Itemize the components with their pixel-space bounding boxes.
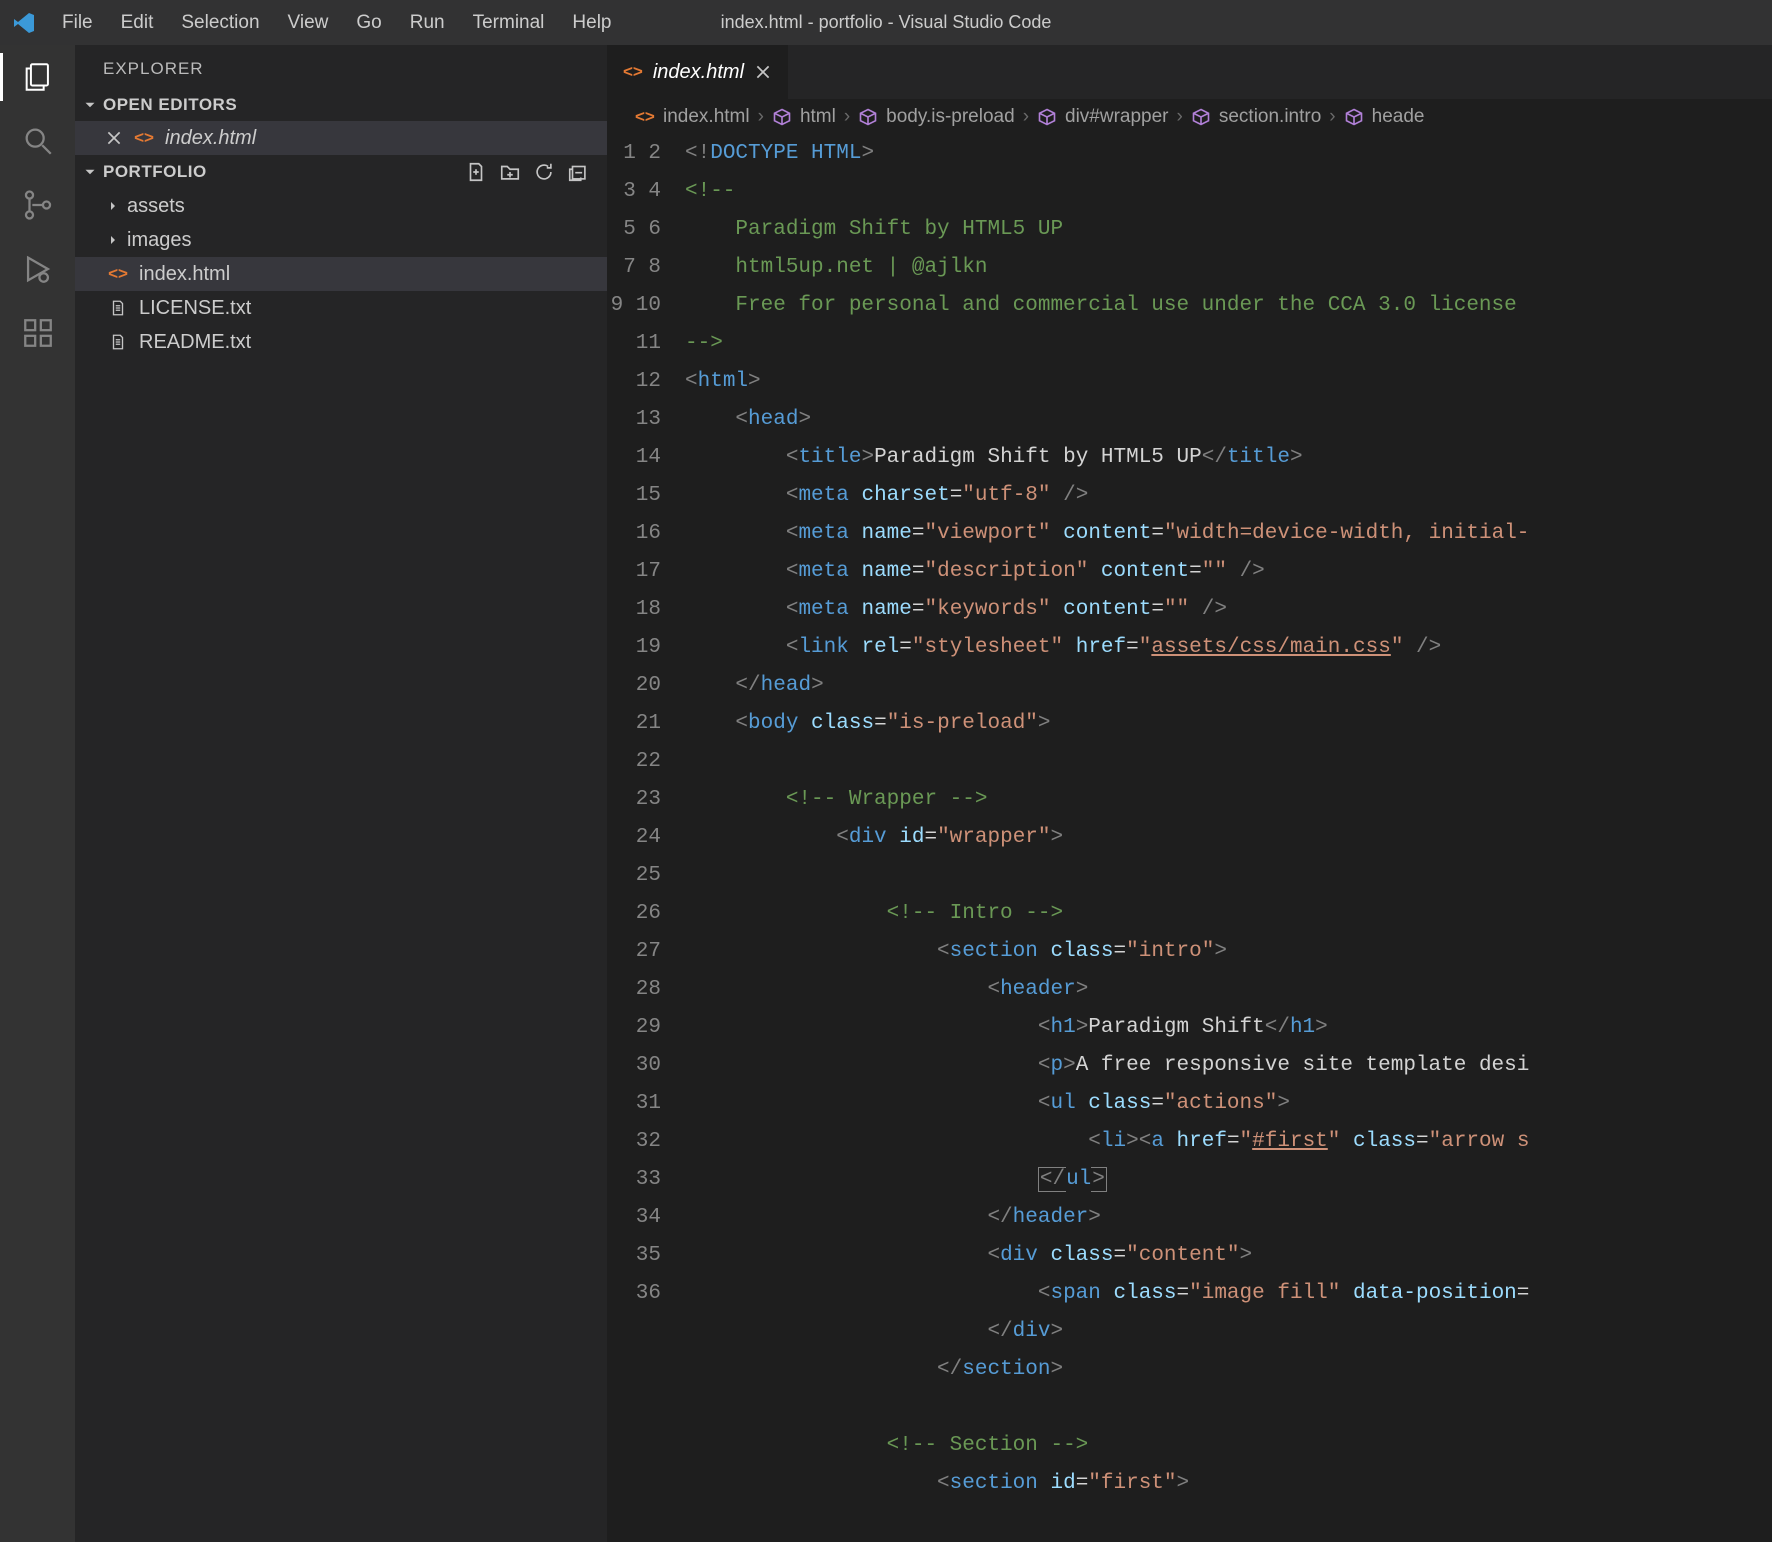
- tab-index-html[interactable]: <> index.html: [607, 45, 789, 99]
- run-debug-icon[interactable]: [20, 251, 56, 287]
- breadcrumb-item[interactable]: body.is-preload: [858, 106, 1015, 128]
- chevron-right-icon: ›: [1023, 106, 1029, 128]
- menu-terminal[interactable]: Terminal: [459, 8, 559, 38]
- editor-area: <> index.html <> index.html › html › body…: [607, 45, 1772, 1542]
- code-content[interactable]: <!DOCTYPE HTML> <!-- Paradigm Shift by H…: [685, 135, 1772, 1542]
- breadcrumb-label: html: [800, 106, 836, 128]
- tree-item-label: LICENSE.txt: [139, 297, 251, 320]
- chevron-right-icon: ›: [1177, 106, 1183, 128]
- workspace-label: PORTFOLIO: [103, 162, 207, 182]
- text-file-icon: [105, 299, 131, 317]
- tree-item-label: assets: [127, 195, 185, 218]
- chevron-right-icon: [105, 232, 127, 248]
- menu-file[interactable]: File: [48, 8, 107, 38]
- cube-icon: [772, 107, 792, 127]
- menu-help[interactable]: Help: [558, 8, 625, 38]
- cube-icon: [1344, 107, 1364, 127]
- tree-folder-assets[interactable]: assets: [75, 189, 607, 223]
- breadcrumb-label: section.intro: [1219, 106, 1321, 128]
- breadcrumb-item[interactable]: html: [772, 106, 836, 128]
- extensions-icon[interactable]: [20, 315, 56, 351]
- sidebar-title: EXPLORER: [75, 45, 607, 91]
- breadcrumb-item[interactable]: div#wrapper: [1037, 106, 1169, 128]
- source-control-icon[interactable]: [20, 187, 56, 223]
- tree-file-readme[interactable]: README.txt: [75, 325, 607, 359]
- editor-body[interactable]: 1 2 3 4 5 6 7 8 9 10 11 12 13 14 15 16 1…: [607, 135, 1772, 1542]
- tree-file-index-html[interactable]: <> index.html: [75, 257, 607, 291]
- explorer-icon[interactable]: [20, 59, 56, 95]
- open-editor-item[interactable]: <> index.html: [75, 121, 607, 155]
- sidebar: EXPLORER OPEN EDITORS <> index.html PORT…: [75, 45, 607, 1542]
- menu-edit[interactable]: Edit: [107, 8, 168, 38]
- close-icon[interactable]: [105, 129, 131, 147]
- text-file-icon: [105, 333, 131, 351]
- tree-file-license[interactable]: LICENSE.txt: [75, 291, 607, 325]
- breadcrumb-item[interactable]: section.intro: [1191, 106, 1321, 128]
- breadcrumb-label: body.is-preload: [886, 106, 1015, 128]
- refresh-icon[interactable]: [533, 161, 555, 183]
- breadcrumb-item[interactable]: <> index.html: [635, 106, 750, 128]
- html-file-icon: <>: [105, 264, 131, 284]
- titlebar: File Edit Selection View Go Run Terminal…: [0, 0, 1772, 45]
- new-folder-icon[interactable]: [499, 161, 521, 183]
- open-editors-label: OPEN EDITORS: [103, 95, 237, 115]
- chevron-right-icon: ›: [844, 106, 850, 128]
- cube-icon: [858, 107, 878, 127]
- open-editor-label: index.html: [165, 127, 256, 150]
- search-icon[interactable]: [20, 123, 56, 159]
- window-title: index.html - portfolio - Visual Studio C…: [721, 12, 1052, 33]
- html-file-icon: <>: [635, 107, 655, 127]
- menu-run[interactable]: Run: [396, 8, 459, 38]
- tab-bar: <> index.html: [607, 45, 1772, 99]
- breadcrumbs[interactable]: <>index.html › html › body.is-preload › …: [607, 99, 1772, 135]
- tree-item-label: index.html: [139, 263, 230, 286]
- menu-selection[interactable]: Selection: [167, 8, 273, 38]
- activity-bar: [0, 45, 75, 1542]
- tree-item-label: images: [127, 229, 191, 252]
- tree-item-label: README.txt: [139, 331, 251, 354]
- chevron-down-icon: [81, 96, 103, 114]
- collapse-all-icon[interactable]: [567, 161, 589, 183]
- new-file-icon[interactable]: [465, 161, 487, 183]
- breadcrumb-label: index.html: [663, 106, 750, 128]
- html-file-icon: <>: [131, 128, 157, 148]
- menu-bar: File Edit Selection View Go Run Terminal…: [48, 8, 626, 38]
- menu-view[interactable]: View: [274, 8, 343, 38]
- breadcrumb-label: div#wrapper: [1065, 106, 1169, 128]
- tab-label: index.html: [653, 61, 744, 84]
- cube-icon: [1037, 107, 1057, 127]
- chevron-right-icon: ›: [1329, 106, 1335, 128]
- menu-go[interactable]: Go: [342, 8, 395, 38]
- breadcrumb-item[interactable]: heade: [1344, 106, 1425, 128]
- workspace-header[interactable]: PORTFOLIO: [75, 157, 607, 187]
- vscode-logo-icon: [12, 11, 36, 35]
- html-file-icon: <>: [623, 62, 643, 82]
- cube-icon: [1191, 107, 1211, 127]
- chevron-down-icon: [81, 163, 103, 181]
- open-editors-header[interactable]: OPEN EDITORS: [75, 91, 607, 119]
- line-gutter: 1 2 3 4 5 6 7 8 9 10 11 12 13 14 15 16 1…: [607, 135, 685, 1542]
- close-icon[interactable]: [754, 63, 772, 81]
- breadcrumb-label: heade: [1372, 106, 1425, 128]
- chevron-right-icon: [105, 198, 127, 214]
- tree-folder-images[interactable]: images: [75, 223, 607, 257]
- chevron-right-icon: ›: [758, 106, 764, 128]
